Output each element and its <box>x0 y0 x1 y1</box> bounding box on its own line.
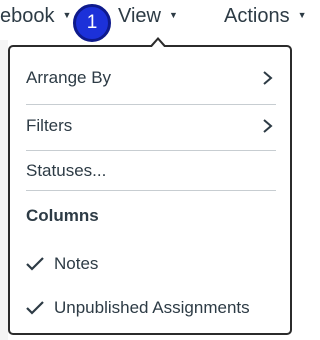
menu-item-arrange-by[interactable]: Arrange By <box>26 58 276 98</box>
menu-item-label: Unpublished Assignments <box>54 298 250 317</box>
menu-item-label: Statuses... <box>26 161 107 180</box>
menu-item-label: Arrange By <box>26 68 112 87</box>
menu-item-label: Filters <box>26 116 73 135</box>
view-menu[interactable]: View ▼ <box>118 4 178 29</box>
menu-item-unpublished-assignments[interactable]: Unpublished Assignments <box>26 288 276 328</box>
actions-menu-label: Actions <box>224 5 290 27</box>
gradebook-menu[interactable]: ebook ▼ <box>0 4 71 29</box>
actions-menu[interactable]: Actions ▼ <box>224 4 307 29</box>
checkmark-icon <box>26 257 44 271</box>
background-page <box>0 40 8 340</box>
caret-down-icon: ▼ <box>169 9 178 20</box>
columns-heading: Columns <box>26 206 99 225</box>
step-badge: 1 <box>73 4 111 42</box>
caret-down-icon: ▼ <box>297 9 307 20</box>
gradebook-menu-label: ebook <box>0 5 55 27</box>
menu-pointer <box>149 37 167 48</box>
view-menu-label: View <box>118 5 161 27</box>
menu-item-statuses[interactable]: Statuses... <box>26 151 276 191</box>
menubar: ebook ▼ View ▼ Actions ▼ <box>0 0 307 38</box>
checkmark-icon <box>26 301 44 315</box>
menu-item-filters[interactable]: Filters <box>26 106 276 146</box>
chevron-right-icon <box>263 71 273 85</box>
view-dropdown-menu: Arrange By Filters Statuses... Columns N… <box>8 37 292 335</box>
menu-item-notes[interactable]: Notes <box>26 244 276 284</box>
menu-separator <box>26 190 276 191</box>
menu-item-label: Notes <box>54 254 99 273</box>
menu-separator <box>26 104 276 105</box>
caret-down-icon: ▼ <box>62 9 72 20</box>
chevron-right-icon <box>263 119 273 133</box>
